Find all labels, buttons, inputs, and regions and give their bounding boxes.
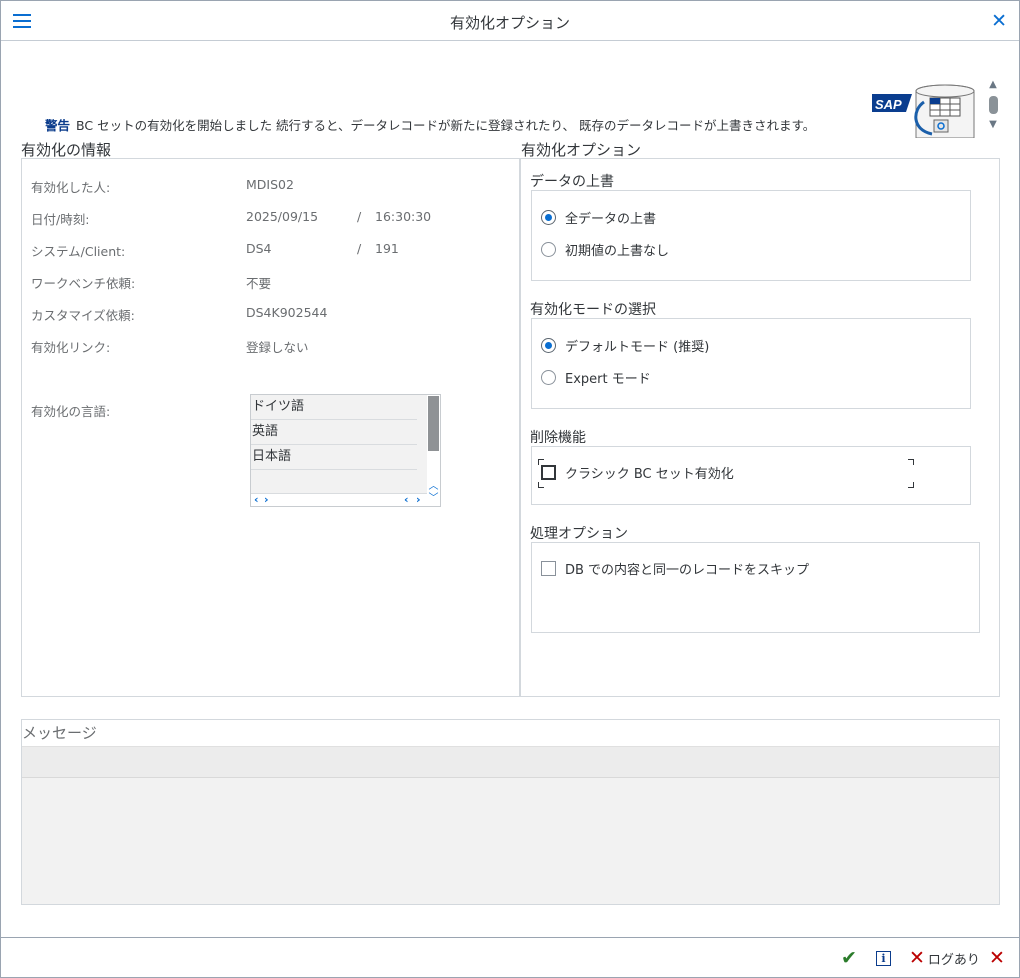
radio-label: 初期値の上書なし	[565, 243, 670, 259]
radio-no-overwrite-initial[interactable]: 初期値の上書なし	[541, 239, 669, 259]
list-item[interactable]: 日本語	[251, 445, 417, 470]
overwrite-group-title: データの上書	[530, 174, 614, 190]
label-customizing-request: カスタマイズ依頼:	[31, 308, 135, 323]
radio-expert-mode[interactable]: Expert モード	[541, 367, 651, 387]
checkbox-label: DB での内容と同一のレコードをスキップ	[565, 562, 810, 578]
cancel-button[interactable]: ✕	[989, 947, 1005, 969]
chevron-right-icon[interactable]: ›	[416, 494, 421, 506]
info-section-title: 有効化の情報	[21, 141, 112, 159]
chevron-down-icon[interactable]: ﹀	[427, 494, 440, 504]
value-client: 191	[375, 241, 399, 256]
check-icon: ✔	[841, 947, 857, 969]
footer-toolbar: ✔ i ✕ ログあり ✕	[1, 937, 1019, 977]
checkbox-icon[interactable]	[541, 560, 556, 576]
info-panel: 有効化した人: MDIS02 日付/時刻: 2025/09/15 / 16:30…	[21, 158, 520, 697]
list-item-empty[interactable]	[251, 470, 417, 495]
radio-selected-icon[interactable]	[541, 209, 556, 225]
options-section-title: 有効化オプション	[521, 141, 642, 159]
label-workbench-request: ワークベンチ依頼:	[31, 276, 136, 291]
value-workbench-request: 不要	[246, 276, 272, 291]
mode-group: デフォルトモード (推奨) Expert モード	[531, 318, 971, 409]
value-system: DS4	[246, 241, 272, 256]
message-panel-title: メッセージ	[22, 724, 97, 742]
value-time: 16:30:30	[375, 209, 432, 224]
radio-unselected-icon[interactable]	[541, 369, 556, 385]
warning-label: 警告	[45, 118, 71, 133]
radio-unselected-icon[interactable]	[541, 241, 556, 257]
language-list[interactable]: ドイツ語 英語 日本語 ︿ ﹀ ‹ › ‹ ›	[250, 394, 441, 507]
focus-corner	[908, 482, 914, 488]
scroll-up-icon[interactable]: ▲	[986, 80, 1000, 90]
message-table-body[interactable]	[22, 778, 999, 904]
label-activated-by: 有効化した人:	[31, 180, 111, 195]
focus-corner	[538, 482, 544, 488]
checkbox-label: クラシック BC セット有効化	[565, 466, 734, 482]
checkbox-skip-identical[interactable]: DB での内容と同一のレコードをスキップ	[541, 558, 809, 578]
radio-label: デフォルトモード (推奨)	[565, 339, 710, 355]
message-panel: メッセージ	[21, 719, 1000, 905]
page-scrollbar[interactable]: ▲ ▼	[986, 80, 1000, 136]
log-button-label: ログあり	[927, 952, 980, 968]
cancel-x-icon: ✕	[989, 947, 1005, 969]
value-activation-link: 登録しない	[246, 340, 309, 355]
focus-corner	[908, 459, 914, 465]
scroll-down-icon[interactable]: ▼	[986, 120, 1000, 130]
dialog-title: 有効化オプション	[449, 14, 570, 32]
label-activation-link: 有効化リンク:	[31, 340, 111, 355]
info-icon: i	[876, 950, 891, 966]
x-icon: ✕	[909, 947, 925, 969]
processing-group-title: 処理オプション	[530, 526, 628, 542]
confirm-button[interactable]: ✔	[841, 947, 857, 969]
label-datetime: 日付/時刻:	[31, 212, 90, 227]
list-item[interactable]: 英語	[251, 420, 417, 445]
sap-bc-set-icon: SAP	[872, 84, 975, 138]
checkbox-classic-bc-set[interactable]: クラシック BC セット有効化	[541, 462, 734, 482]
label-system-client: システム/Client:	[31, 244, 126, 259]
language-list-vscroll[interactable]: ︿ ﹀	[427, 395, 440, 506]
radio-label: 全データの上書	[565, 211, 657, 227]
warning-text: BC セットの有効化を開始しました 続行すると、データレコードが新たに登録された…	[76, 118, 816, 133]
language-list-hscroll[interactable]: ‹ › ‹ ›	[251, 493, 427, 506]
value-activated-by: MDIS02	[246, 177, 294, 192]
chevron-left-icon[interactable]: ‹	[404, 494, 409, 506]
datetime-separator: /	[357, 209, 362, 224]
chevron-left-icon[interactable]: ‹	[254, 494, 259, 506]
radio-overwrite-all[interactable]: 全データの上書	[541, 207, 656, 227]
processing-group: DB での内容と同一のレコードをスキップ	[531, 542, 980, 633]
delete-group-title: 削除機能	[530, 430, 586, 446]
checkbox-icon[interactable]	[541, 464, 556, 480]
close-icon[interactable]: ✕	[991, 10, 1007, 32]
list-item[interactable]: ドイツ語	[251, 395, 417, 420]
title-bar: 有効化オプション ✕	[1, 1, 1019, 41]
label-languages: 有効化の言語:	[31, 404, 111, 419]
chevron-up-icon[interactable]: ︿	[427, 482, 440, 492]
value-date: 2025/09/15	[246, 209, 319, 224]
scroll-thumb[interactable]	[988, 96, 998, 114]
system-separator: /	[357, 241, 362, 256]
radio-default-mode[interactable]: デフォルトモード (推奨)	[541, 335, 709, 355]
overwrite-group: 全データの上書 初期値の上書なし	[531, 190, 971, 281]
radio-selected-icon[interactable]	[541, 337, 556, 353]
chevron-right-icon[interactable]: ›	[264, 494, 269, 506]
log-button[interactable]: ✕ ログあり	[909, 947, 980, 969]
mode-group-title: 有効化モードの選択	[530, 302, 656, 318]
sap-logo-text: SAP	[875, 97, 902, 112]
language-list-vthumb[interactable]	[428, 396, 439, 451]
value-customizing-request: DS4K902544	[246, 305, 328, 320]
delete-group: クラシック BC セット有効化	[531, 446, 971, 505]
message-table-header	[22, 746, 999, 778]
warning-message: 警告 BC セットの有効化を開始しました 続行すると、データレコードが新たに登録さ…	[45, 115, 815, 134]
options-panel: データの上書 全データの上書 初期値の上書なし 有効化モードの選択 デフォルトモ…	[520, 158, 1000, 697]
radio-label: Expert モード	[565, 371, 651, 387]
info-button[interactable]: i	[876, 947, 891, 969]
